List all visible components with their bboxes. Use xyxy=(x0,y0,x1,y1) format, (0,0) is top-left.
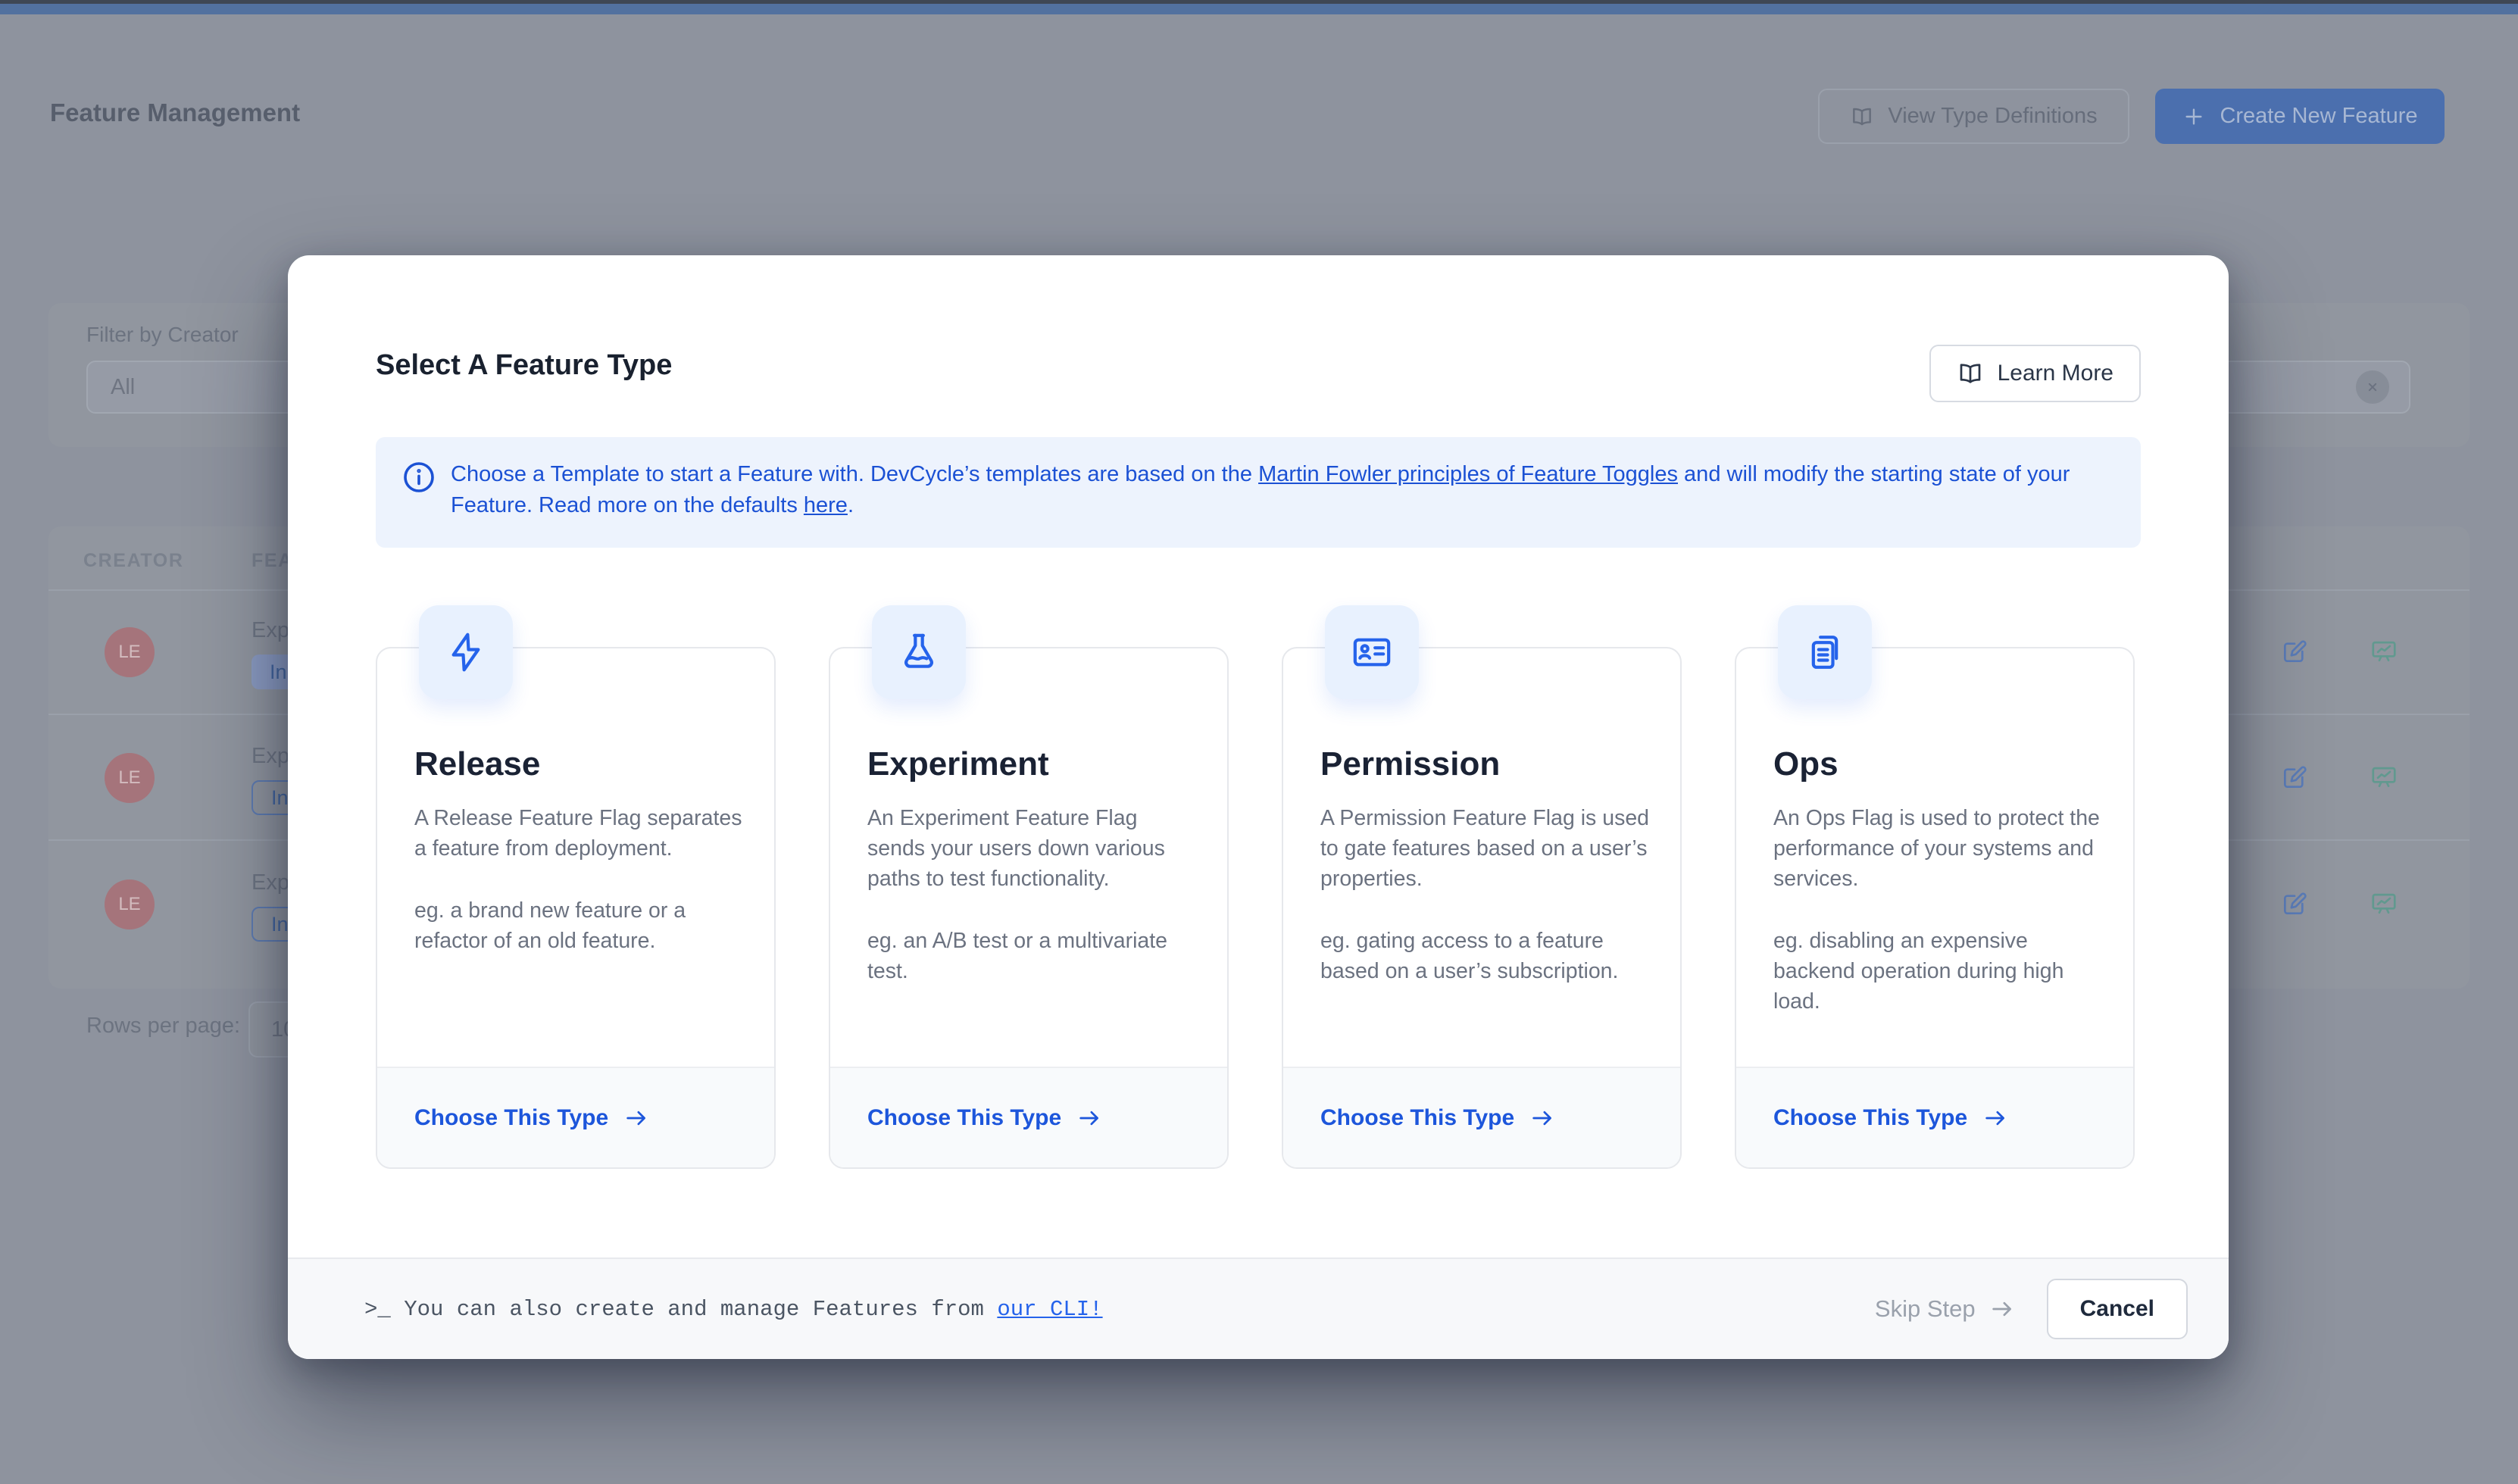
banner-text-post: . xyxy=(848,493,854,517)
top-nav-bar xyxy=(0,4,2518,14)
avatar: LE xyxy=(105,627,155,677)
template-info-banner: Choose a Template to start a Feature wit… xyxy=(376,437,2141,548)
card-desc-1: A Release Feature Flag separates a featu… xyxy=(414,803,745,864)
card-title: Release xyxy=(414,745,540,783)
cli-hint: >_ You can also create and manage Featur… xyxy=(364,1297,1103,1322)
id-card-icon xyxy=(1325,605,1419,699)
card-desc-1: A Permission Feature Flag is used to gat… xyxy=(1320,803,1651,894)
filter-by-creator-label: Filter by Creator xyxy=(86,323,239,347)
arrow-right-icon xyxy=(1076,1105,1102,1131)
view-type-definitions-label: View Type Definitions xyxy=(1888,104,2097,129)
edit-icon[interactable] xyxy=(2280,637,2309,666)
cancel-label: Cancel xyxy=(2080,1296,2154,1322)
presentation-chart-icon[interactable] xyxy=(2370,889,2398,918)
card-description: A Permission Feature Flag is used to gat… xyxy=(1320,803,1651,986)
presentation-chart-icon[interactable] xyxy=(2370,637,2398,666)
presentation-chart-icon[interactable] xyxy=(2370,763,2398,792)
create-new-feature-button[interactable]: Create New Feature xyxy=(2155,89,2445,144)
card-description: A Release Feature Flag separates a featu… xyxy=(414,803,745,956)
flask-icon xyxy=(872,605,966,699)
terminal-prompt-icon: >_ xyxy=(364,1297,404,1322)
defaults-here-link[interactable]: here xyxy=(804,493,848,517)
creator-filter-value: All xyxy=(111,375,135,400)
choose-this-type-button[interactable]: Choose This Type xyxy=(1736,1067,2133,1167)
arrow-right-icon xyxy=(1989,1296,2015,1322)
cli-hint-text: You can also create and manage Features … xyxy=(404,1297,997,1322)
feature-type-card-permission: Permission A Permission Feature Flag is … xyxy=(1282,647,1682,1169)
book-open-icon xyxy=(1957,360,1984,387)
feature-type-card-release: Release A Release Feature Flag separates… xyxy=(376,647,776,1169)
avatar: LE xyxy=(105,753,155,803)
card-description: An Ops Flag is used to protect the perfo… xyxy=(1773,803,2104,1017)
choose-this-type-button[interactable]: Choose This Type xyxy=(830,1067,1227,1167)
choose-this-type-label: Choose This Type xyxy=(1320,1105,1514,1131)
card-desc-2: eg. gating access to a feature based on … xyxy=(1320,926,1651,986)
card-title: Experiment xyxy=(867,745,1049,783)
martin-fowler-link[interactable]: Martin Fowler principles of Feature Togg… xyxy=(1258,462,1678,486)
select-feature-type-modal: Select A Feature Type Learn More Choose … xyxy=(288,255,2229,1359)
skip-step-button[interactable]: Skip Step xyxy=(1875,1295,2015,1323)
card-desc-2: eg. disabling an expensive backend opera… xyxy=(1773,926,2104,1017)
choose-this-type-label: Choose This Type xyxy=(1773,1105,1967,1131)
card-title: Ops xyxy=(1773,745,1839,783)
close-icon xyxy=(2365,380,2380,395)
modal-title: Select A Feature Type xyxy=(376,349,672,382)
card-title: Permission xyxy=(1320,745,1500,783)
app-screen: Feature Management View Type Definitions… xyxy=(0,0,2518,1484)
modal-footer: >_ You can also create and manage Featur… xyxy=(288,1257,2229,1359)
card-desc-1: An Ops Flag is used to protect the perfo… xyxy=(1773,803,2104,894)
rows-per-page-label: Rows per page: xyxy=(86,1014,240,1039)
banner-text: Choose a Template to start a Feature wit… xyxy=(451,459,2118,521)
arrow-right-icon xyxy=(623,1105,649,1131)
edit-icon[interactable] xyxy=(2280,763,2309,792)
info-icon xyxy=(401,459,437,495)
choose-this-type-label: Choose This Type xyxy=(414,1105,608,1131)
documents-icon xyxy=(1778,605,1872,699)
column-header-creator: CREATOR xyxy=(83,550,184,572)
lightning-icon xyxy=(419,605,513,699)
edit-icon[interactable] xyxy=(2280,889,2309,918)
arrow-right-icon xyxy=(1529,1105,1555,1131)
our-cli-link[interactable]: our CLI! xyxy=(997,1297,1102,1322)
learn-more-button[interactable]: Learn More xyxy=(1929,345,2141,402)
card-desc-1: An Experiment Feature Flag sends your us… xyxy=(867,803,1198,894)
book-open-icon xyxy=(1850,105,1874,129)
choose-this-type-button[interactable]: Choose This Type xyxy=(377,1067,774,1167)
view-type-definitions-button[interactable]: View Type Definitions xyxy=(1818,89,2129,144)
choose-this-type-label: Choose This Type xyxy=(867,1105,1061,1131)
card-description: An Experiment Feature Flag sends your us… xyxy=(867,803,1198,986)
page-title: Feature Management xyxy=(50,98,300,127)
banner-text-pre: Choose a Template to start a Feature wit… xyxy=(451,462,1258,486)
plus-icon xyxy=(2182,105,2206,129)
cancel-button[interactable]: Cancel xyxy=(2047,1279,2188,1339)
choose-this-type-button[interactable]: Choose This Type xyxy=(1283,1067,1680,1167)
feature-type-card-ops: Ops An Ops Flag is used to protect the p… xyxy=(1735,647,2135,1169)
card-desc-2: eg. an A/B test or a multivariate test. xyxy=(867,926,1198,986)
feature-type-card-experiment: Experiment An Experiment Feature Flag se… xyxy=(829,647,1229,1169)
card-desc-2: eg. a brand new feature or a refactor of… xyxy=(414,895,745,956)
clear-search-button[interactable] xyxy=(2356,370,2389,404)
create-new-feature-label: Create New Feature xyxy=(2220,104,2417,129)
learn-more-label: Learn More xyxy=(1998,361,2113,386)
skip-step-label: Skip Step xyxy=(1875,1295,1976,1323)
arrow-right-icon xyxy=(1982,1105,2008,1131)
avatar: LE xyxy=(105,879,155,929)
